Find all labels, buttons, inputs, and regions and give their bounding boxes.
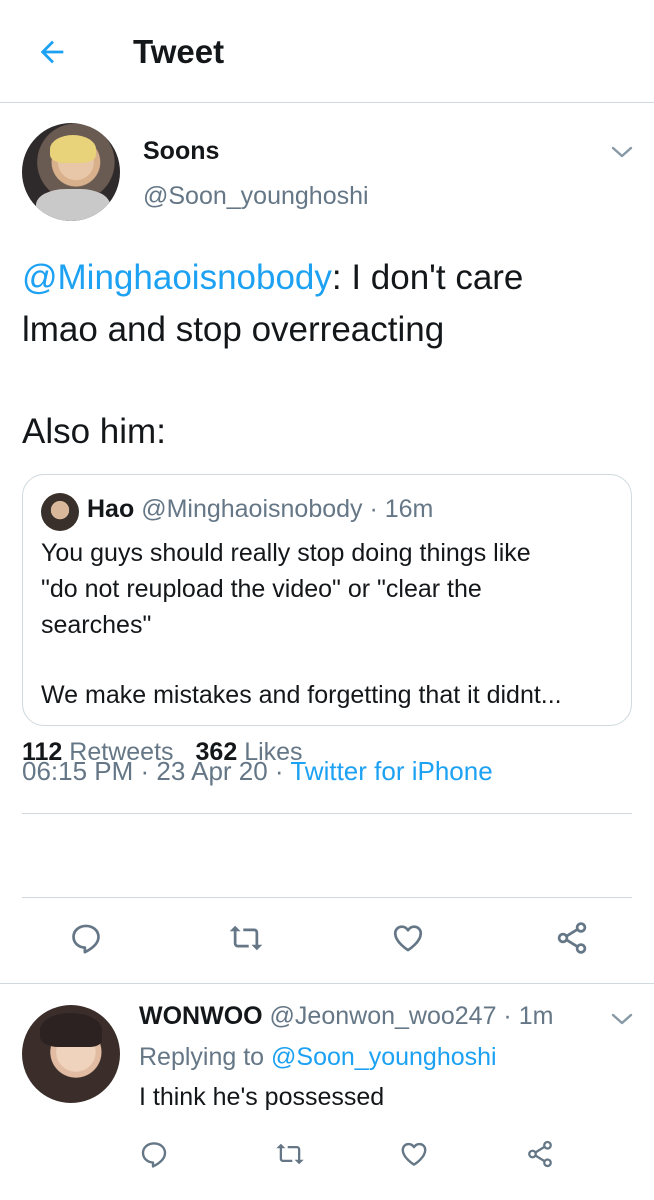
quoted-text-line: You guys should really stop doing things… <box>41 539 531 567</box>
reply-text: I think he's possessed <box>139 1083 385 1111</box>
replying-to: Replying to @Soon_younghoshi <box>139 1043 497 1072</box>
reply-share-button[interactable] <box>520 1134 560 1174</box>
divider <box>0 983 654 984</box>
retweets-count: 112 <box>22 738 63 766</box>
quoted-tweet[interactable]: Hao @Minghaoisnobody · 16m You guys shou… <box>22 474 632 726</box>
tweet-menu-button[interactable] <box>608 140 636 164</box>
reply-avatar[interactable] <box>22 1005 120 1103</box>
top-bar: Tweet <box>0 0 654 103</box>
quoted-author-name: Hao <box>87 495 135 523</box>
reply-button[interactable] <box>66 918 106 958</box>
reply-header: WONWOO @Jeonwon_woo247 · 1m <box>139 1002 553 1031</box>
likes-count: 362 <box>195 738 238 766</box>
quoted-text-line: searches" <box>41 611 152 639</box>
quoted-text-line: "do not reupload the video" or "clear th… <box>41 575 482 603</box>
reply-meta: @Jeonwon_woo247 · 1m <box>269 1002 554 1030</box>
reply-like-button[interactable] <box>394 1134 434 1174</box>
reply-author-name[interactable]: WONWOO <box>139 1002 263 1030</box>
quoted-header: Hao @Minghaoisnobody · 16m <box>87 495 433 524</box>
divider <box>22 813 632 814</box>
reply-menu-button[interactable] <box>608 1007 636 1031</box>
retweet-icon <box>274 1140 306 1168</box>
chevron-down-icon <box>608 140 636 164</box>
replying-handle-link[interactable]: @Soon_younghoshi <box>271 1043 497 1071</box>
heart-icon <box>390 921 426 955</box>
reply-icon <box>69 921 103 955</box>
page-title: Tweet <box>133 33 225 70</box>
back-button[interactable] <box>30 30 74 74</box>
share-button[interactable] <box>552 918 592 958</box>
likes-label: Likes <box>244 738 303 766</box>
quoted-avatar <box>41 493 79 531</box>
share-icon <box>554 920 590 956</box>
chevron-down-icon <box>608 1007 636 1031</box>
retweet-icon <box>227 921 265 955</box>
like-button[interactable] <box>388 918 428 958</box>
avatar[interactable] <box>22 123 120 221</box>
replying-prefix: Replying to <box>139 1043 272 1071</box>
engagement-stats: 112 Retweets 362 Likes <box>22 738 303 767</box>
arrow-left-icon <box>35 35 69 69</box>
tweet-text-part: : I don't care <box>331 258 524 297</box>
mention-link[interactable]: @Minghaoisnobody <box>22 258 332 297</box>
author-name[interactable]: Soons <box>143 137 219 166</box>
share-icon <box>525 1139 555 1169</box>
source-link[interactable]: Twitter for iPhone <box>290 756 492 786</box>
retweets-stat[interactable]: 112 Retweets <box>22 738 174 766</box>
tweet-text-line: Also him: <box>22 412 166 451</box>
quoted-meta: @Minghaoisnobody · 16m <box>141 495 434 523</box>
author-handle[interactable]: @Soon_younghoshi <box>143 182 369 211</box>
reply-icon <box>139 1139 169 1169</box>
divider <box>22 897 632 898</box>
retweets-label: Retweets <box>69 738 174 766</box>
quoted-text: You guys should really stop doing things… <box>41 535 621 713</box>
heart-icon <box>399 1139 429 1169</box>
quoted-text-line: We make mistakes and forgetting that it … <box>41 681 562 709</box>
reply-reply-button[interactable] <box>134 1134 174 1174</box>
tweet-text-line: lmao and stop overreacting <box>22 310 445 349</box>
reply-retweet-button[interactable] <box>270 1134 310 1174</box>
retweet-button[interactable] <box>226 918 266 958</box>
likes-stat[interactable]: 362 Likes <box>196 738 303 766</box>
tweet-text: @Minghaoisnobody: I don't care lmao and … <box>22 252 632 458</box>
